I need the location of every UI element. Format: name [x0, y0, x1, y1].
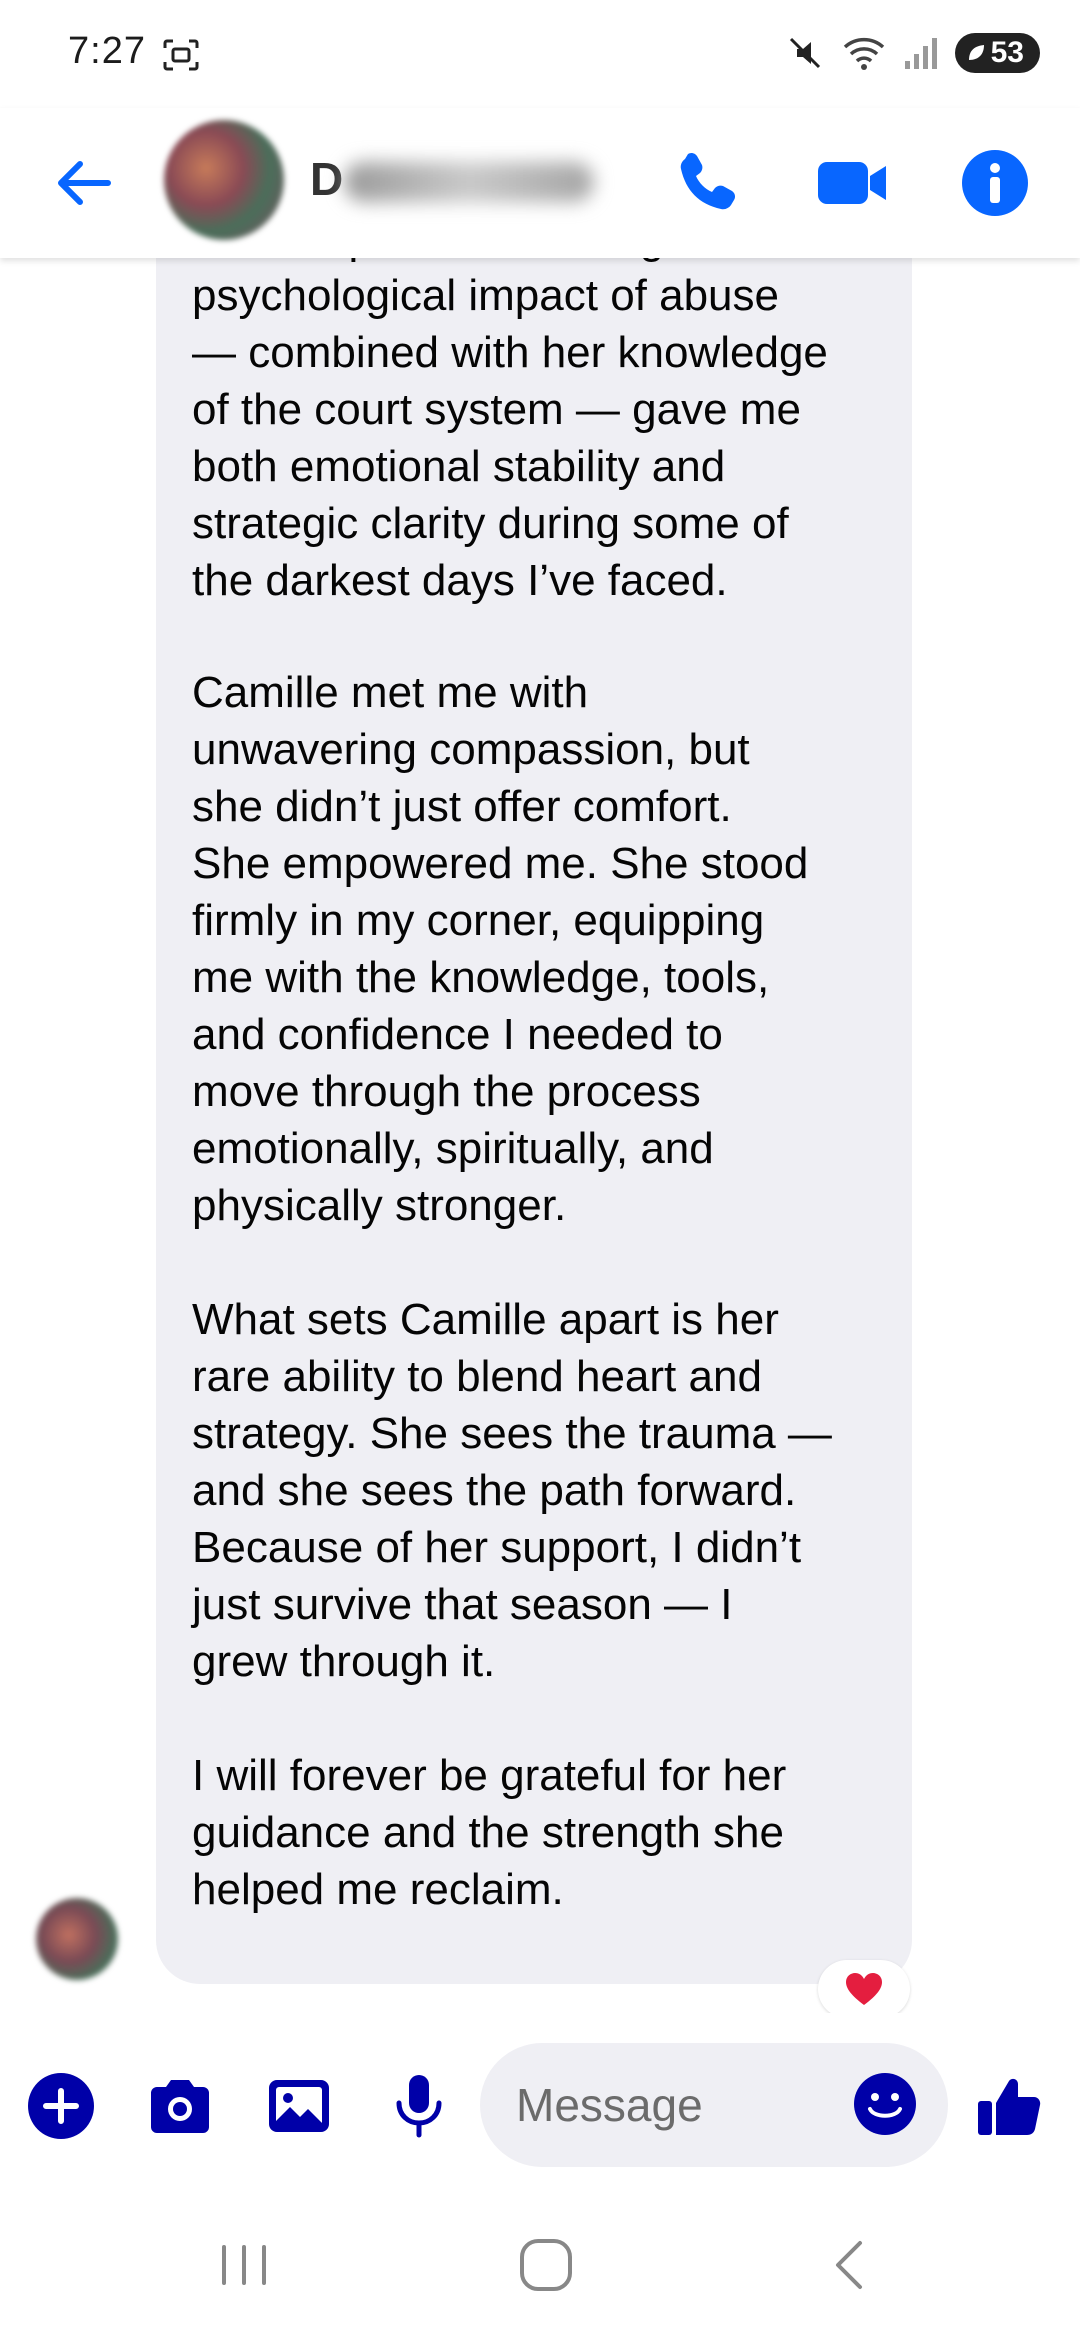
mute-icon	[789, 37, 820, 69]
screenshot-icon	[163, 39, 199, 71]
contact-name[interactable]: D	[310, 152, 343, 206]
message-paragraph: I will forever be grateful for her guida…	[192, 1751, 787, 1914]
battery-indicator: 53	[954, 33, 1040, 73]
home-icon[interactable]	[514, 2233, 578, 2297]
message-composer	[0, 2013, 1080, 2193]
message-reaction[interactable]	[818, 1960, 910, 2013]
status-bar: 7:27 53	[0, 0, 1080, 108]
message-paragraph: Her deep understanding of the psychologi…	[192, 258, 828, 605]
system-navigation-bar	[0, 2193, 1080, 2340]
message-bubble[interactable]: Her deep understanding of the psychologi…	[156, 258, 912, 1984]
emoji-icon[interactable]	[852, 2071, 918, 2137]
message-paragraph: What sets Camille apart is her rare abil…	[192, 1295, 832, 1686]
signal-icon	[904, 38, 937, 69]
message-list[interactable]: Her deep understanding of the psychologi…	[0, 258, 1080, 2013]
message-paragraph: Camille met me with unwavering compassio…	[192, 668, 809, 1230]
plus-icon[interactable]	[26, 2071, 96, 2141]
back-arrow-icon[interactable]	[48, 148, 118, 218]
contact-name-redaction	[344, 162, 594, 202]
contact-avatar[interactable]	[164, 120, 284, 240]
video-icon[interactable]	[814, 144, 892, 222]
status-indicators: 53	[785, 30, 1040, 76]
wifi-icon	[843, 37, 884, 70]
recent-apps-icon[interactable]	[212, 2233, 276, 2297]
message-text: Her deep understanding of the psychologi…	[192, 258, 892, 1975]
heart-icon	[846, 1973, 882, 2005]
status-time: 7:27	[68, 30, 146, 72]
battery-level: 53	[990, 36, 1024, 69]
chat-header: D	[0, 108, 1080, 258]
back-icon[interactable]	[818, 2233, 882, 2297]
microphone-icon[interactable]	[384, 2071, 454, 2141]
gallery-icon[interactable]	[264, 2071, 334, 2141]
thumbs-up-icon[interactable]	[974, 2071, 1044, 2141]
info-icon[interactable]	[956, 144, 1034, 222]
phone-icon[interactable]	[668, 144, 746, 222]
battery-saver-icon	[968, 45, 984, 60]
camera-icon[interactable]	[145, 2071, 215, 2141]
sender-avatar[interactable]	[36, 1898, 118, 1980]
